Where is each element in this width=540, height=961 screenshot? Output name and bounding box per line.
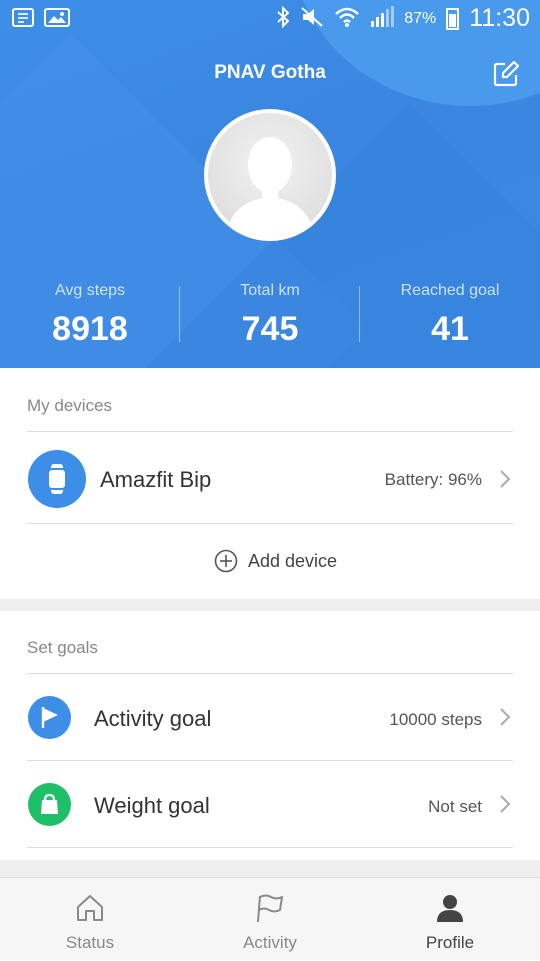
clock: 11:30 [469, 4, 530, 32]
goal-value: Not set [428, 797, 482, 816]
my-devices-heading: My devices [27, 396, 113, 415]
goal-name: Weight goal [94, 793, 210, 818]
goal-value: 10000 steps [389, 710, 482, 729]
person-icon [437, 895, 463, 922]
notes-notification-icon [12, 8, 34, 27]
set-goals-heading: Set goals [27, 638, 98, 657]
nav-tab-activity[interactable]: Activity [180, 878, 360, 961]
flag-outline-icon [257, 894, 283, 923]
device-name: Amazfit Bip [100, 467, 212, 492]
device-row-amazfit-bip[interactable]: Amazfit Bip Battery: 96% [0, 432, 540, 524]
home-icon [77, 895, 103, 921]
edit-icon [493, 60, 520, 87]
edit-profile-button[interactable] [492, 60, 520, 88]
stat-label: Reached goal [400, 282, 500, 299]
nav-label: Activity [243, 933, 297, 952]
goal-name: Activity goal [94, 706, 212, 731]
bottom-navigation: Status Activity Profile [0, 877, 540, 960]
stat-value: 745 [241, 310, 299, 348]
wifi-icon [334, 6, 360, 32]
add-device-button[interactable]: Add device [0, 524, 540, 599]
bluetooth-icon [276, 5, 290, 32]
status-bar: 87% 11:30 [0, 0, 540, 38]
battery-percent: 87% [404, 9, 437, 27]
signal-icon [370, 5, 395, 32]
add-device-label: Add device [248, 550, 338, 571]
image-notification-icon [44, 8, 70, 27]
nav-label: Profile [425, 933, 475, 952]
default-avatar-icon [208, 113, 332, 237]
nav-tab-status[interactable]: Status [0, 878, 180, 961]
avatar[interactable] [204, 109, 336, 241]
nav-tab-profile[interactable]: Profile [360, 878, 540, 961]
battery-icon [446, 7, 460, 30]
stat-value: 41 [431, 310, 469, 348]
stat-reached-goal: Reached goal 41 [360, 278, 540, 349]
nav-label: Status [65, 933, 115, 952]
stats-row: Avg steps 8918 Total km 745 Reached goal… [0, 278, 540, 358]
stat-label: Total km [240, 282, 300, 299]
flag-icon [28, 696, 71, 739]
chevron-right-icon [500, 795, 511, 813]
chevron-right-icon [500, 470, 511, 488]
stat-label: Avg steps [55, 282, 125, 299]
section-separator [0, 599, 540, 611]
watch-icon [28, 450, 86, 508]
mute-icon [300, 6, 324, 32]
profile-header: 87% 11:30 PNAV Gotha Avg steps 8918 Tota… [0, 0, 540, 368]
weight-icon [28, 783, 71, 826]
profile-title: PNAV Gotha [214, 62, 326, 83]
stat-total-km: Total km 745 [180, 278, 360, 349]
activity-goal-row[interactable]: Activity goal 10000 steps [0, 674, 540, 760]
weight-goal-row[interactable]: Weight goal Not set [0, 761, 540, 847]
stat-avg-steps: Avg steps 8918 [0, 278, 180, 349]
divider [27, 847, 513, 848]
section-separator [0, 860, 540, 877]
device-battery: Battery: 96% [384, 470, 482, 489]
stat-value: 8918 [52, 310, 128, 348]
chevron-right-icon [500, 708, 511, 726]
plus-circle-icon [214, 549, 238, 573]
